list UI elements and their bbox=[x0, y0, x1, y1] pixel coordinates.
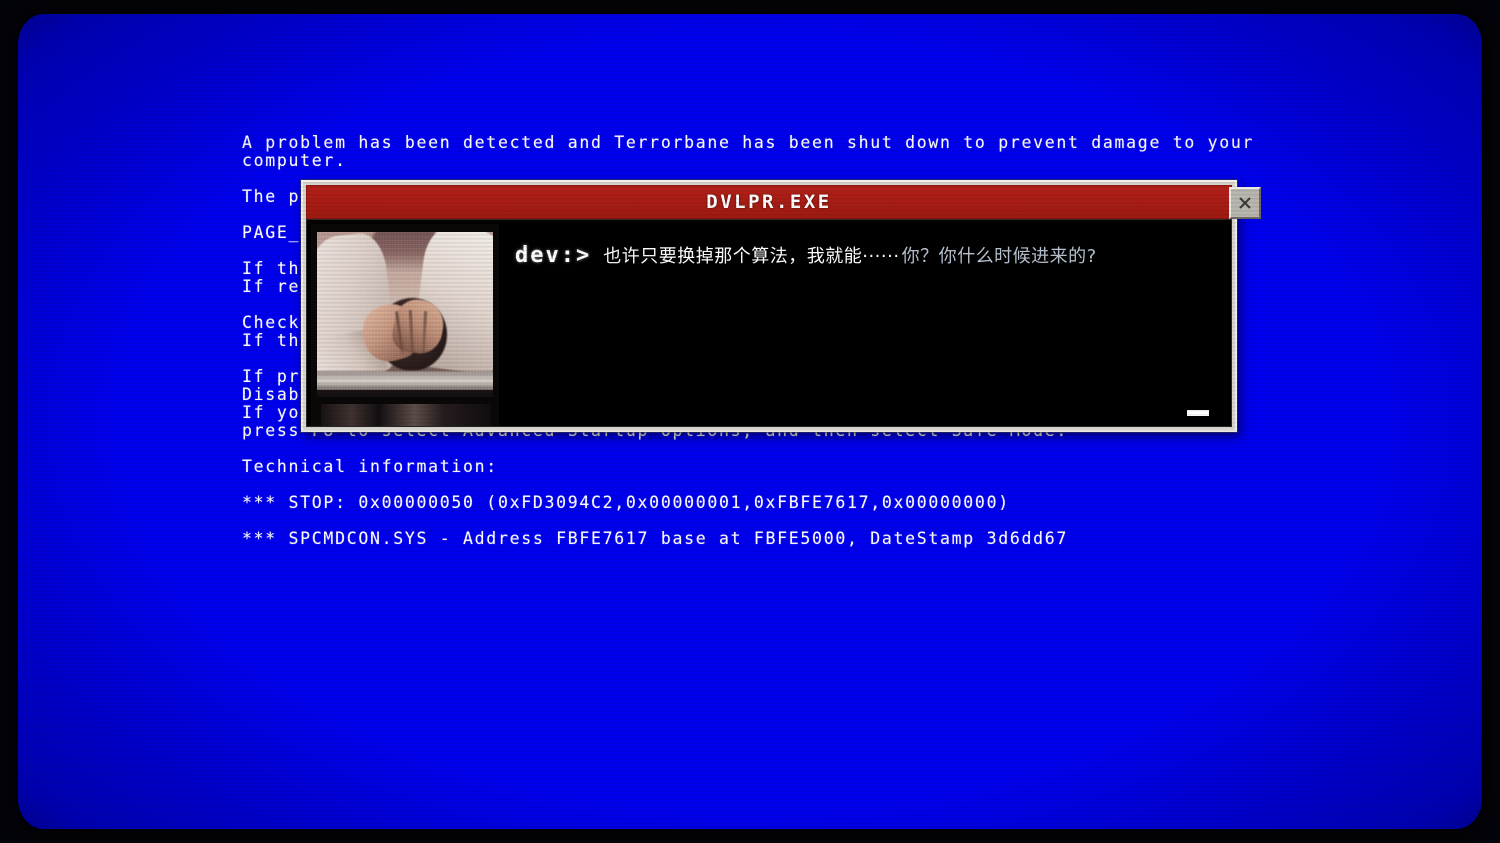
bluescreen-blank-line bbox=[242, 440, 1292, 458]
portrait-thumbnail bbox=[311, 224, 499, 426]
crt-screen: A problem has been detected and Terrorba… bbox=[0, 0, 1500, 843]
bluescreen-line: Technical information: bbox=[242, 457, 498, 476]
close-icon bbox=[1237, 195, 1253, 211]
crt-display: A problem has been detected and Terrorba… bbox=[18, 14, 1482, 829]
terminal-prompt: dev:> bbox=[515, 243, 592, 268]
bluescreen-line: *** STOP: 0x00000050 (0xFD3094C2,0x00000… bbox=[242, 493, 1010, 512]
dialog-body: dev:> 也许只要换掉那个算法，我就能······ 你？你什么时候进来的? bbox=[306, 219, 1232, 427]
bluescreen-line: A problem has been detected and Terrorba… bbox=[242, 133, 1255, 152]
dialog-message-secondary: 你？你什么时候进来的? bbox=[901, 246, 1097, 267]
close-button[interactable] bbox=[1229, 187, 1261, 219]
bluescreen-blank-line bbox=[242, 512, 1292, 530]
dvlpr-dialog-window[interactable]: DVLPR.EXE dev:> 也许只要换掉那个算法，我就能······ 你？你… bbox=[301, 180, 1261, 432]
bluescreen-line: computer. bbox=[242, 151, 347, 170]
portrait-reflection-strip bbox=[321, 404, 491, 426]
photo-scanline-grain bbox=[317, 232, 493, 397]
developer-photo bbox=[317, 232, 493, 397]
text-advance-caret[interactable] bbox=[1187, 410, 1209, 416]
dialog-titlebar[interactable]: DVLPR.EXE bbox=[306, 185, 1261, 219]
bluescreen-blank-line bbox=[242, 476, 1292, 494]
terminal-line: dev:> 也许只要换掉那个算法，我就能······ 你？你什么时候进来的? bbox=[515, 242, 1215, 268]
dialog-title: DVLPR.EXE bbox=[706, 191, 832, 213]
dialog-message-primary: 也许只要换掉那个算法，我就能······ bbox=[603, 246, 900, 267]
bluescreen-line: *** SPCMDCON.SYS - Address FBFE7617 base… bbox=[242, 529, 1069, 548]
